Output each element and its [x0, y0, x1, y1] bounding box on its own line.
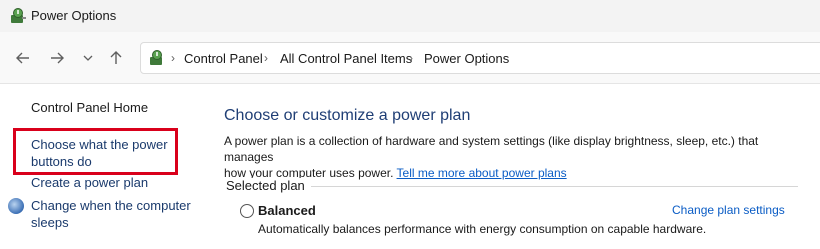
page-description: A power plan is a collection of hardware…: [224, 133, 784, 181]
forward-arrow-icon[interactable]: [46, 47, 68, 69]
breadcrumb-separator: ›: [409, 51, 413, 65]
sidebar-item-power-buttons[interactable]: Choose what the power buttons do: [31, 136, 168, 170]
sidebar-item-create-power-plan[interactable]: Create a power plan: [31, 174, 148, 191]
control-panel-icon: [150, 50, 162, 65]
selected-plan-label: Selected plan: [226, 178, 311, 193]
sidebar-item-sleep[interactable]: Change when the computer sleeps: [31, 197, 191, 231]
sidebar-item-label: Change when the computer: [31, 198, 191, 213]
plan-description: Automatically balances performance with …: [258, 222, 707, 236]
learn-more-link[interactable]: Tell me more about power plans: [397, 166, 567, 180]
navigation-bar: › Control Panel › All Control Panel Item…: [0, 32, 820, 84]
sidebar-item-label: Create a power plan: [31, 175, 149, 190]
address-bar[interactable]: › Control Panel › All Control Panel Item…: [140, 42, 820, 74]
window-title: Power Options: [31, 8, 117, 23]
page-title: Choose or customize a power plan: [224, 107, 471, 124]
breadcrumb-all-items[interactable]: All Control Panel Items: [280, 51, 412, 66]
balanced-radio[interactable]: [240, 204, 254, 218]
breadcrumb-control-panel[interactable]: Control Panel: [184, 51, 263, 66]
group-divider: [226, 186, 798, 187]
breadcrumb-power-options[interactable]: Power Options: [424, 51, 509, 66]
breadcrumb-separator: ›: [264, 51, 268, 65]
sidebar-item-label: sleeps: [31, 215, 69, 230]
chevron-down-icon[interactable]: [77, 47, 99, 69]
breadcrumb-separator: ›: [171, 51, 175, 65]
plan-name: Balanced: [258, 203, 316, 218]
change-plan-settings-link[interactable]: Change plan settings: [672, 203, 785, 217]
control-panel-home-link[interactable]: Control Panel Home: [31, 99, 148, 116]
title-bar: Power Options: [0, 0, 820, 32]
power-options-icon: [11, 8, 26, 23]
moon-globe-icon: [8, 198, 24, 214]
description-line: A power plan is a collection of hardware…: [224, 134, 759, 164]
sidebar-item-label: Choose what the power: [31, 137, 168, 152]
sidebar-item-label: buttons do: [31, 154, 92, 169]
back-arrow-icon[interactable]: [12, 47, 34, 69]
up-arrow-icon[interactable]: [105, 47, 127, 69]
